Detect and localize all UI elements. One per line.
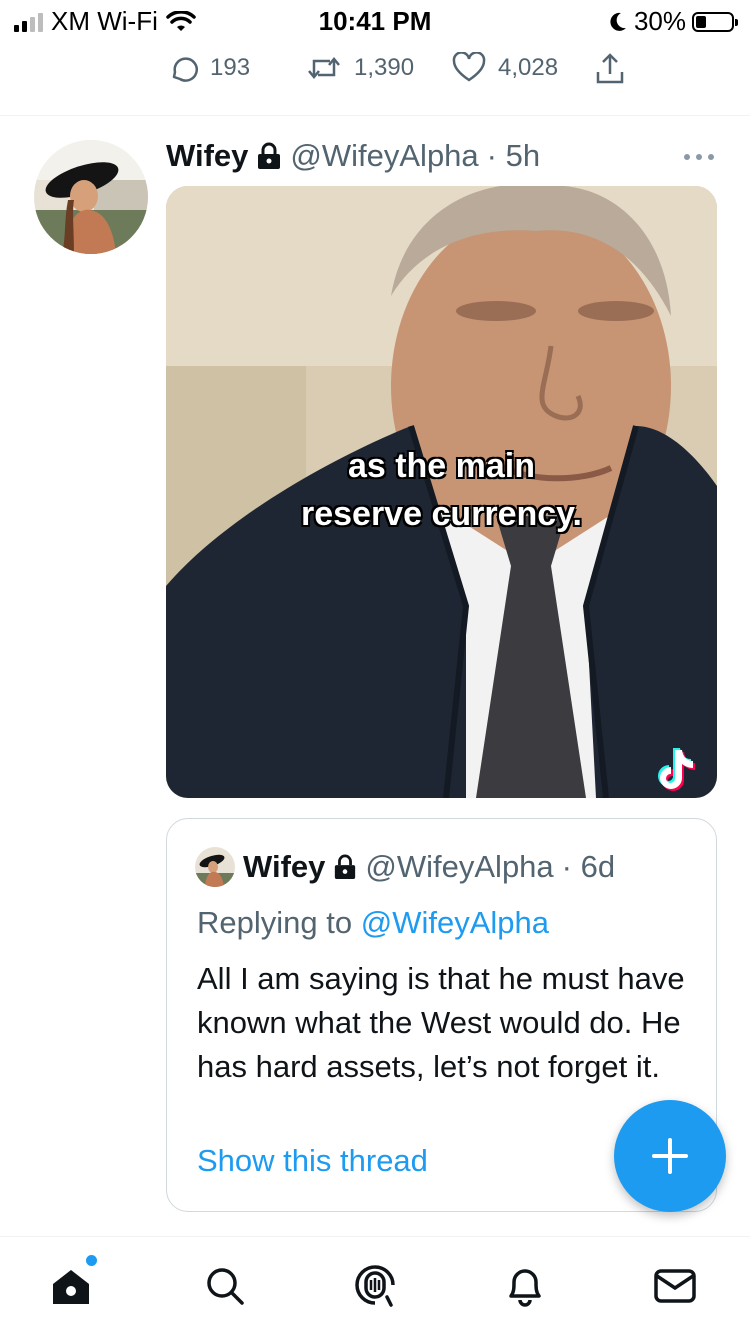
retweet-button[interactable]: 1,390 [306, 52, 414, 84]
replying-to-link[interactable]: @WifeyAlpha [361, 905, 549, 940]
like-button[interactable]: 4,028 [452, 52, 558, 84]
lock-icon [258, 142, 281, 169]
share-icon [596, 53, 624, 84]
nav-messages[interactable] [650, 1261, 700, 1311]
nav-notifications[interactable] [500, 1261, 550, 1311]
divider [0, 115, 750, 116]
battery-percent: 30% [633, 6, 686, 36]
retweet-icon [308, 57, 340, 79]
quoted-author-name: Wifey [243, 849, 326, 884]
video-caption-line2: reserve currency. [300, 495, 582, 533]
quoted-tweet-header: Wifey @WifeyAlpha · 6d [195, 847, 615, 887]
tweet-video[interactable]: as the main reserve currency. [166, 186, 717, 798]
spaces-icon [355, 1265, 395, 1307]
status-bar: XM Wi-Fi 10:41 PM 30% [0, 0, 750, 40]
show-thread-link[interactable]: Show this thread [197, 1143, 428, 1179]
compose-button[interactable] [614, 1100, 726, 1212]
bottom-nav [0, 1236, 750, 1335]
nav-search[interactable] [200, 1261, 250, 1311]
status-right: 30% [608, 6, 738, 37]
author-handle[interactable]: @WifeyAlpha [290, 138, 478, 174]
more-icon[interactable] [682, 152, 716, 162]
search-icon [207, 1268, 244, 1305]
tweet-action-bar: 193 1,390 4,028 [0, 52, 750, 92]
video-caption-line1: as the main [347, 447, 536, 485]
moon-icon [610, 12, 626, 31]
plus-icon [652, 1138, 688, 1174]
replying-prefix: Replying to [197, 905, 353, 940]
tiktok-icon [658, 748, 695, 791]
bell-icon [509, 1269, 541, 1307]
retweet-count: 1,390 [354, 54, 415, 81]
avatar[interactable] [34, 140, 148, 254]
battery-icon [692, 11, 738, 32]
quoted-tweet-text: All I am saying is that he must have kno… [197, 961, 685, 1084]
author-name[interactable]: Wifey [166, 138, 248, 174]
like-count: 4,028 [498, 54, 559, 81]
reply-count: 193 [210, 54, 251, 81]
quoted-avatar [195, 847, 235, 887]
heart-icon [452, 52, 486, 82]
replying-to: Replying to @WifeyAlpha [197, 905, 549, 941]
nav-spaces[interactable] [350, 1261, 400, 1311]
tweet-time: · 5h [486, 138, 541, 173]
nav-home[interactable] [46, 1255, 97, 1311]
quoted-author-handle: @WifeyAlpha [365, 849, 554, 884]
reply-button[interactable]: 193 [166, 52, 250, 84]
share-button[interactable] [594, 52, 626, 86]
mail-icon [654, 1269, 696, 1303]
lock-icon [335, 854, 356, 879]
tweet-header: Wifey @WifeyAlpha · 5h [166, 138, 540, 174]
reply-icon [172, 57, 198, 82]
home-icon [53, 1270, 89, 1304]
quoted-tweet-time: · 6d [561, 849, 616, 884]
notification-dot [86, 1255, 97, 1266]
